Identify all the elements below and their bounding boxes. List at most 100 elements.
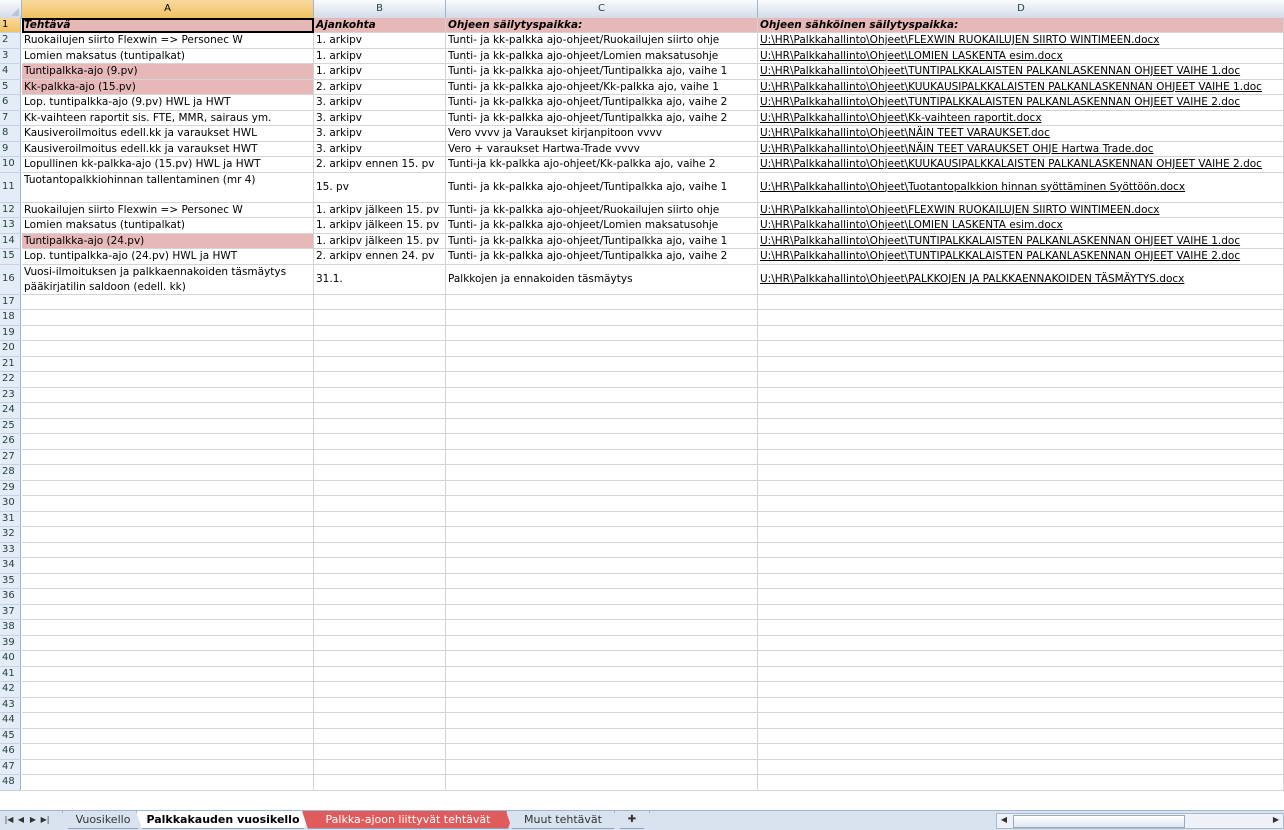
cell-d28[interactable] [758, 465, 1284, 481]
cell-a44[interactable] [22, 713, 314, 729]
cell-b13[interactable]: 1. arkipv jälkeen 15. pv [314, 218, 446, 234]
cell-c13[interactable]: Tunti- ja kk-palkka ajo-ohjeet/Lomien ma… [446, 218, 758, 234]
cell-d19[interactable] [758, 325, 1284, 341]
row-header-33[interactable]: 33 [0, 542, 21, 558]
row-header-7[interactable]: 7 [0, 110, 21, 126]
cell-d23[interactable] [758, 387, 1284, 403]
cell-c8[interactable]: Vero vvvv ja Varaukset kirjanpitoon vvvv [446, 126, 758, 142]
column-header-c[interactable]: C [446, 0, 758, 18]
cell-d29[interactable] [758, 480, 1284, 496]
cell-a30[interactable] [22, 496, 314, 512]
cell-a40[interactable] [22, 651, 314, 667]
cell-d41[interactable] [758, 666, 1284, 682]
cell-b7[interactable]: 3. arkipv [314, 110, 446, 126]
cell-a43[interactable] [22, 697, 314, 713]
cell-c10[interactable]: Tunti-ja kk-palkka ajo-ohjeet/Kk-palkka … [446, 157, 758, 173]
row-header-30[interactable]: 30 [0, 496, 21, 512]
cell-b9[interactable]: 3. arkipv [314, 141, 446, 157]
cell-b5[interactable]: 2. arkipv [314, 79, 446, 95]
row-header-42[interactable]: 42 [0, 682, 21, 698]
cell-a31[interactable] [22, 511, 314, 527]
row-header-48[interactable]: 48 [0, 775, 21, 791]
row-header-29[interactable]: 29 [0, 480, 21, 496]
cell-b46[interactable] [314, 744, 446, 760]
cell-a35[interactable] [22, 573, 314, 589]
column-header-a[interactable]: A [22, 0, 314, 18]
cell-d14[interactable]: U:\HR\Palkkahallinto\Ohjeet\TUNTIPALKKAL… [758, 233, 1284, 249]
cell-d33[interactable] [758, 542, 1284, 558]
row-header-17[interactable]: 17 [0, 294, 21, 310]
tab-vuosikello[interactable]: Vuosikello [62, 811, 144, 829]
row-header-22[interactable]: 22 [0, 372, 21, 388]
row-header-4[interactable]: 4 [0, 64, 21, 80]
cell-a24[interactable] [22, 403, 314, 419]
row-header-5[interactable]: 5 [0, 79, 21, 95]
cell-d39[interactable] [758, 635, 1284, 651]
cell-c22[interactable] [446, 372, 758, 388]
cell-c29[interactable] [446, 480, 758, 496]
cell-d32[interactable] [758, 527, 1284, 543]
cell-b2[interactable]: 1. arkipv [314, 33, 446, 49]
cell-b33[interactable] [314, 542, 446, 558]
cell-a9[interactable]: Kausiveroilmoitus edell.kk ja varaukset … [22, 141, 314, 157]
cell-d37[interactable] [758, 604, 1284, 620]
cell-d46[interactable] [758, 744, 1284, 760]
cell-a47[interactable] [22, 759, 314, 775]
cell-a15[interactable]: Lop. tuntipalkka-ajo (24.pv) HWL ja HWT [22, 249, 314, 265]
cell-a33[interactable] [22, 542, 314, 558]
cell-b42[interactable] [314, 682, 446, 698]
cell-c42[interactable] [446, 682, 758, 698]
cell-b41[interactable] [314, 666, 446, 682]
row-header-27[interactable]: 27 [0, 449, 21, 465]
cell-b40[interactable] [314, 651, 446, 667]
cell-c9[interactable]: Vero + varaukset Hartwa-Trade vvvv [446, 141, 758, 157]
cell-b44[interactable] [314, 713, 446, 729]
last-sheet-icon[interactable]: ▶| [40, 814, 50, 826]
cell-d44[interactable] [758, 713, 1284, 729]
cell-b16[interactable]: 31.1. [314, 264, 446, 295]
cell-c38[interactable] [446, 620, 758, 636]
row-header-35[interactable]: 35 [0, 573, 21, 589]
cell-b23[interactable] [314, 387, 446, 403]
cell-a7[interactable]: Kk-vaihteen raportit sis. FTE, MMR, sair… [22, 110, 314, 126]
cell-d35[interactable] [758, 573, 1284, 589]
cell-d5[interactable]: U:\HR\Palkkahallinto\Ohjeet\KUUKAUSIPALK… [758, 79, 1284, 95]
cell-b35[interactable] [314, 573, 446, 589]
cell-b43[interactable] [314, 697, 446, 713]
cell-c40[interactable] [446, 651, 758, 667]
cell-d10[interactable]: U:\HR\Palkkahallinto\Ohjeet\KUUKAUSIPALK… [758, 157, 1284, 173]
cell-a20[interactable] [22, 341, 314, 357]
row-header-36[interactable]: 36 [0, 589, 21, 605]
cell-d2[interactable]: U:\HR\Palkkahallinto\Ohjeet\FLEXWIN RUOK… [758, 33, 1284, 49]
cell-d24[interactable] [758, 403, 1284, 419]
cell-c20[interactable] [446, 341, 758, 357]
cell-a18[interactable] [22, 310, 314, 326]
cell-c34[interactable] [446, 558, 758, 574]
row-header-25[interactable]: 25 [0, 418, 21, 434]
cell-c19[interactable] [446, 325, 758, 341]
cell-a6[interactable]: Lop. tuntipalkka-ajo (9.pv) HWL ja HWT [22, 95, 314, 111]
cell-a32[interactable] [22, 527, 314, 543]
cell-a29[interactable] [22, 480, 314, 496]
cell-a16[interactable]: Vuosi-ilmoituksen ja palkkaennakoiden tä… [22, 264, 314, 295]
cell-c3[interactable]: Tunti- ja kk-palkka ajo-ohjeet/Lomien ma… [446, 48, 758, 64]
cell-b8[interactable]: 3. arkipv [314, 126, 446, 142]
cell-b1[interactable]: Ajankohta [314, 18, 446, 33]
row-header-45[interactable]: 45 [0, 728, 21, 744]
cell-b14[interactable]: 1. arkipv jälkeen 15. pv [314, 233, 446, 249]
cell-c24[interactable] [446, 403, 758, 419]
cell-a26[interactable] [22, 434, 314, 450]
cell-b37[interactable] [314, 604, 446, 620]
cell-c30[interactable] [446, 496, 758, 512]
cell-d47[interactable] [758, 759, 1284, 775]
row-header-12[interactable]: 12 [0, 202, 21, 218]
row-header-15[interactable]: 15 [0, 249, 21, 265]
cell-a27[interactable] [22, 449, 314, 465]
cell-b11[interactable]: 15. pv [314, 172, 446, 203]
row-header-23[interactable]: 23 [0, 387, 21, 403]
cell-d7[interactable]: U:\HR\Palkkahallinto\Ohjeet\Kk-vaihteen … [758, 110, 1284, 126]
cell-b34[interactable] [314, 558, 446, 574]
cell-d27[interactable] [758, 449, 1284, 465]
cell-c27[interactable] [446, 449, 758, 465]
prev-sheet-icon[interactable]: ◀ [16, 814, 26, 826]
